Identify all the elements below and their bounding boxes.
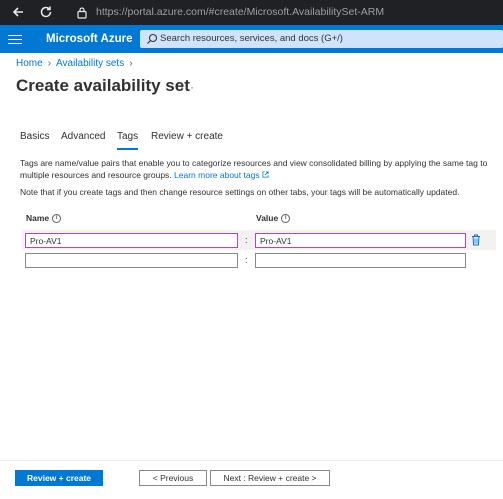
menu-icon[interactable] (8, 32, 22, 46)
url-text[interactable]: https://portal.azure.com/#create/Microso… (96, 6, 384, 18)
external-link-icon (262, 171, 269, 178)
info-icon[interactable]: i (52, 214, 62, 224)
back-arrow-icon[interactable] (10, 4, 26, 20)
brand-label[interactable]: Microsoft Azure (46, 33, 132, 45)
breadcrumb: Home › Availability sets › (16, 58, 138, 69)
tag-value-input[interactable] (255, 253, 466, 268)
tab-review-create[interactable]: Review + create (151, 131, 223, 148)
tab-tags[interactable]: Tags (117, 131, 139, 150)
chevron-right-icon: › (129, 58, 133, 69)
breadcrumb-home[interactable]: Home (16, 58, 43, 69)
footer-divider (0, 460, 503, 461)
tag-name-input[interactable] (25, 253, 238, 268)
global-search[interactable]: Search resources, services, and docs (G+… (140, 30, 503, 48)
next-button[interactable]: Next : Review + create > (210, 470, 330, 486)
tags-description: Tags are name/value pairs that enable yo… (20, 157, 490, 181)
address-bar[interactable]: https://portal.azure.com/#create/Microso… (72, 3, 500, 22)
previous-button[interactable]: < Previous (139, 470, 207, 486)
tags-note: Note that if you create tags and then ch… (20, 187, 460, 197)
tag-value-input[interactable] (255, 233, 466, 248)
review-create-button[interactable]: Review + create (15, 470, 103, 486)
learn-more-link[interactable]: Learn more about tags (174, 170, 269, 180)
tag-row: : (22, 250, 496, 270)
tag-row: : (22, 230, 496, 250)
more-options-icon[interactable]: ··· (180, 80, 195, 94)
value-column-header: Value i (256, 213, 291, 224)
azure-header: Microsoft Azure Search resources, servic… (0, 25, 503, 53)
name-column-header: Name i (26, 213, 62, 224)
separator: : (245, 255, 248, 265)
breadcrumb-availability-sets[interactable]: Availability sets (56, 58, 124, 69)
search-icon (147, 33, 158, 44)
page-title: Create availability set (16, 76, 190, 95)
chevron-right-icon: › (47, 58, 52, 69)
trash-icon[interactable] (471, 234, 481, 246)
tab-advanced[interactable]: Advanced (61, 131, 105, 148)
reload-icon[interactable] (38, 4, 54, 20)
tab-basics[interactable]: Basics (20, 131, 49, 148)
browser-bar: https://portal.azure.com/#create/Microso… (0, 0, 503, 25)
info-icon[interactable]: i (281, 214, 291, 224)
separator: : (245, 235, 248, 245)
search-placeholder: Search resources, services, and docs (G+… (160, 33, 343, 44)
tag-name-input[interactable] (25, 233, 238, 248)
lock-icon (77, 7, 87, 19)
